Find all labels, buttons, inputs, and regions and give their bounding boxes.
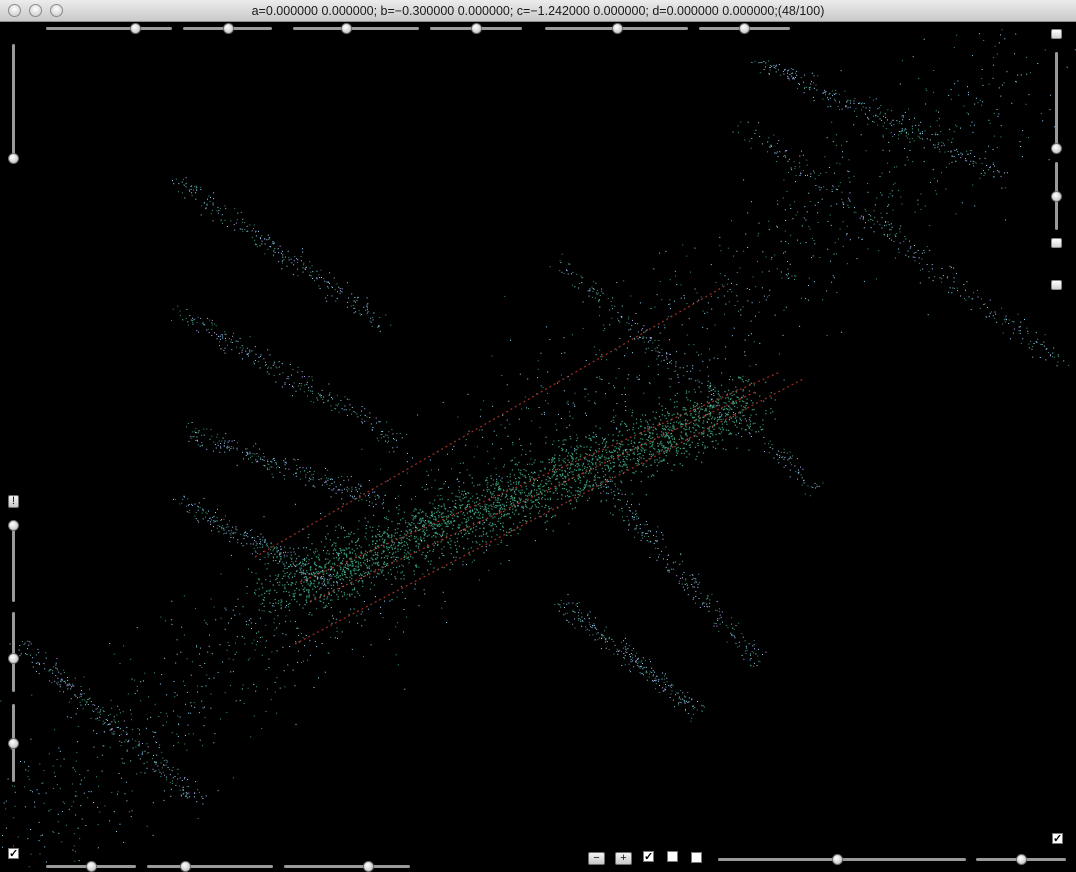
slider-knob[interactable]: [611, 23, 623, 34]
bottom-slider-4[interactable]: [718, 854, 966, 865]
right-slider-1[interactable]: [1051, 52, 1062, 154]
bottom-right-checkbox[interactable]: ✓: [1052, 833, 1063, 845]
slider-knob[interactable]: [1051, 143, 1062, 154]
slider-knob[interactable]: [222, 23, 234, 34]
option-checkbox-2[interactable]: [667, 851, 678, 862]
right-mid-button-1[interactable]: [1051, 238, 1062, 248]
bottom-slider-1[interactable]: [46, 861, 136, 872]
fractal-render: [0, 29, 1076, 868]
slider-knob[interactable]: [8, 738, 19, 749]
bottom-slider-2[interactable]: [147, 861, 273, 872]
slider-knob[interactable]: [832, 854, 844, 865]
info-button[interactable]: !: [8, 495, 19, 508]
right-slider-2[interactable]: [1051, 162, 1062, 230]
param-slider-2[interactable]: [183, 23, 272, 34]
slider-knob[interactable]: [86, 861, 97, 872]
window-title: a=0.000000 0.000000; b=−0.300000 0.00000…: [251, 4, 825, 18]
slider-knob[interactable]: [179, 861, 191, 872]
slider-knob[interactable]: [471, 23, 482, 34]
zoom-in-button[interactable]: +: [615, 852, 632, 865]
param-slider-1[interactable]: [46, 23, 172, 34]
slider-knob[interactable]: [363, 861, 375, 872]
slider-knob[interactable]: [1051, 191, 1062, 202]
option-checkbox-1[interactable]: ✓: [643, 851, 654, 863]
left-slider-2[interactable]: [8, 520, 19, 602]
param-slider-3[interactable]: [293, 23, 419, 34]
slider-knob[interactable]: [8, 153, 19, 164]
right-mid-button-2[interactable]: [1051, 280, 1062, 290]
bottom-slider-3[interactable]: [284, 861, 410, 872]
param-slider-6[interactable]: [699, 23, 790, 34]
slider-knob[interactable]: [8, 652, 19, 664]
slider-knob[interactable]: [340, 23, 352, 34]
slider-knob[interactable]: [130, 23, 142, 34]
zoom-out-button[interactable]: −: [588, 852, 605, 865]
window-titlebar: a=0.000000 0.000000; b=−0.300000 0.00000…: [0, 0, 1076, 22]
slider-knob[interactable]: [738, 23, 750, 34]
fractal-canvas[interactable]: ! ✓ − + ✓ ✓: [0, 22, 1076, 872]
slider-knob[interactable]: [1016, 854, 1027, 865]
left-slider-4[interactable]: [8, 704, 19, 782]
bottom-left-checkbox[interactable]: ✓: [8, 848, 19, 860]
param-slider-4[interactable]: [430, 23, 522, 34]
param-slider-5[interactable]: [545, 23, 688, 34]
left-slider-top[interactable]: [8, 44, 19, 164]
option-checkbox-3[interactable]: [691, 852, 702, 863]
right-top-button[interactable]: [1051, 29, 1062, 39]
bottom-slider-5[interactable]: [976, 854, 1066, 865]
left-slider-3[interactable]: [8, 612, 19, 692]
slider-knob[interactable]: [8, 520, 19, 532]
